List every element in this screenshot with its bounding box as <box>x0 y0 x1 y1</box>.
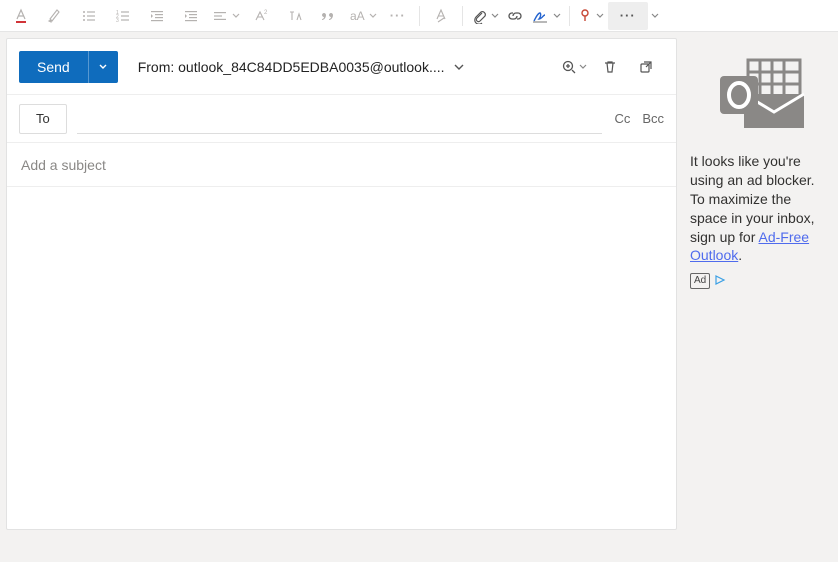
from-dropdown[interactable] <box>453 61 465 73</box>
quote-button[interactable] <box>312 2 346 30</box>
font-size-button[interactable]: aA <box>346 2 381 30</box>
bullets-button[interactable] <box>72 2 106 30</box>
chevron-down-icon <box>98 62 108 72</box>
chevron-down-icon <box>579 63 587 71</box>
side-panel: It looks like you're using an ad blocker… <box>682 32 838 562</box>
change-case-button[interactable] <box>278 2 312 30</box>
adchoices-icon[interactable] <box>714 274 726 289</box>
chevron-down-icon <box>232 12 240 20</box>
cc-button[interactable]: Cc <box>614 111 630 126</box>
message-body[interactable] <box>7 187 676 529</box>
font-color-button[interactable] <box>4 2 38 30</box>
ad-badge: Ad <box>690 273 710 289</box>
signature-button[interactable] <box>527 2 565 30</box>
discard-button[interactable] <box>592 51 628 83</box>
subject-row <box>7 143 676 187</box>
chevron-down-icon <box>491 12 499 20</box>
to-row: To Cc Bcc <box>7 95 676 143</box>
svg-text:2: 2 <box>264 10 268 16</box>
more-actions-button[interactable]: ··· <box>608 2 648 30</box>
compose-column: Send From: outlook_84C84DD5EDBA0035@outl… <box>0 32 682 562</box>
attach-button[interactable] <box>467 2 503 30</box>
subject-input[interactable] <box>19 150 664 180</box>
zoom-button[interactable] <box>556 51 592 83</box>
svg-text:3: 3 <box>116 18 119 24</box>
chevron-down-icon <box>596 12 604 20</box>
send-options-button[interactable] <box>88 51 118 83</box>
clear-formatting-button[interactable] <box>424 2 458 30</box>
indent-button[interactable] <box>174 2 208 30</box>
send-button[interactable]: Send <box>19 51 88 83</box>
outlook-logo-icon <box>690 56 830 134</box>
main-area: Send From: outlook_84C84DD5EDBA0035@outl… <box>0 32 838 562</box>
superscript-button[interactable]: 2 <box>244 2 278 30</box>
highlight-button[interactable] <box>38 2 72 30</box>
flag-button[interactable] <box>574 2 608 30</box>
popout-button[interactable] <box>628 51 664 83</box>
from-label[interactable]: From: outlook_84C84DD5EDBA0035@outlook..… <box>138 59 445 75</box>
send-group: Send <box>19 51 118 83</box>
to-button[interactable]: To <box>19 104 67 134</box>
delete-icon <box>602 59 618 75</box>
bcc-button[interactable]: Bcc <box>642 111 664 126</box>
separator <box>569 6 570 26</box>
chevron-down-icon <box>369 12 377 20</box>
adblock-text-part2: . <box>738 247 742 263</box>
more-formatting-button[interactable]: ··· <box>381 2 415 30</box>
formatting-toolbar: 123 2 aA ··· ··· <box>0 0 838 32</box>
ribbon-collapse-button[interactable] <box>648 11 662 21</box>
align-button[interactable] <box>208 2 244 30</box>
zoom-icon <box>561 59 577 75</box>
adblock-message: It looks like you're using an ad blocker… <box>690 152 830 265</box>
numbering-button[interactable]: 123 <box>106 2 140 30</box>
send-from-row: Send From: outlook_84C84DD5EDBA0035@outl… <box>7 39 676 95</box>
link-button[interactable] <box>503 2 527 30</box>
separator <box>419 6 420 26</box>
outdent-button[interactable] <box>140 2 174 30</box>
compose-card: Send From: outlook_84C84DD5EDBA0035@outl… <box>6 38 677 530</box>
ad-row: Ad <box>690 273 830 289</box>
chevron-down-icon <box>453 61 465 73</box>
open-new-window-icon <box>638 59 654 75</box>
chevron-down-icon <box>553 12 561 20</box>
to-input[interactable] <box>77 104 603 134</box>
separator <box>462 6 463 26</box>
